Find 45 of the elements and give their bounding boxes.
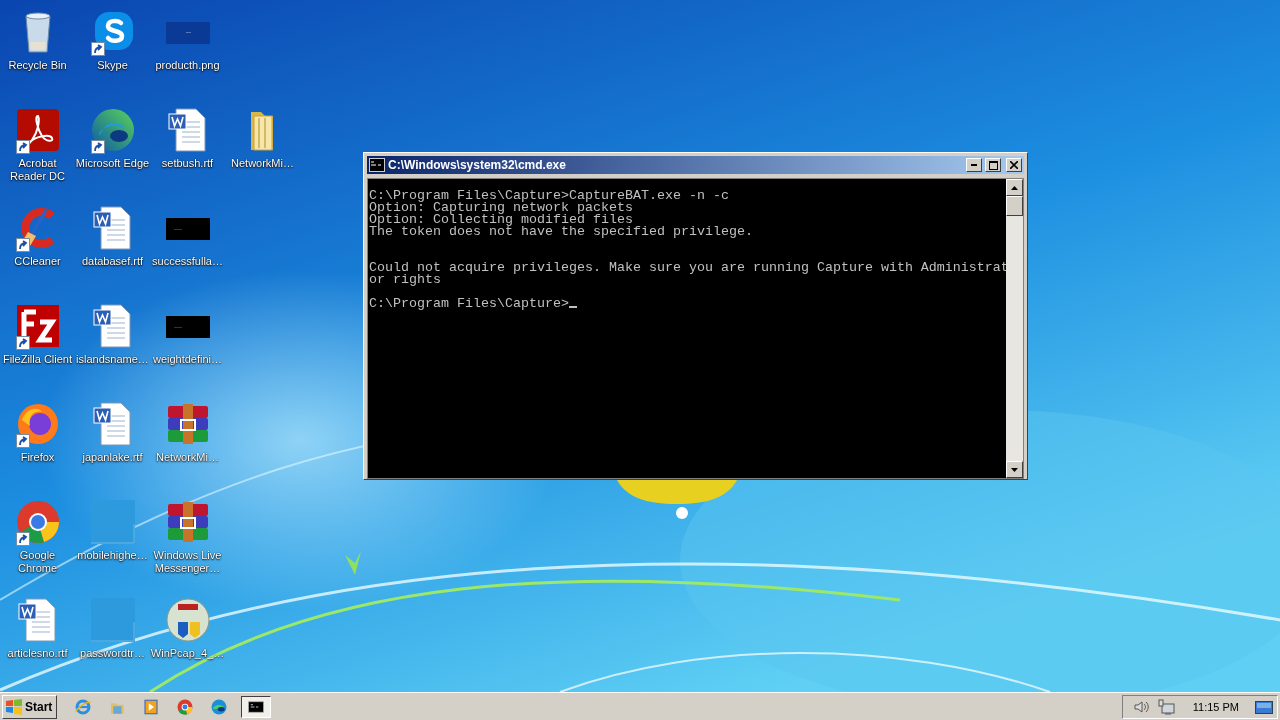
show-desktop-button[interactable] <box>1255 698 1273 715</box>
console-line: C:\Program Files\Capture>CaptureBAT.exe -n -c <box>369 188 729 203</box>
e-globe-icon <box>74 697 93 716</box>
play-icon <box>142 697 161 716</box>
icon-label[interactable]: japanlake.rtf <box>75 451 150 464</box>
windows-flag-icon <box>5 698 23 715</box>
icon-label[interactable]: islandsname… <box>75 353 150 366</box>
maximize-button[interactable] <box>985 158 1001 172</box>
maximize-icon <box>988 160 998 170</box>
icon-label[interactable]: mobilehighe… <box>75 549 150 562</box>
wave-globe-icon <box>210 697 229 716</box>
leaf-drawing <box>345 551 361 575</box>
icon-label[interactable]: Microsoft Edge <box>75 157 150 170</box>
icon-label[interactable]: FileZilla Client <box>0 353 75 366</box>
console-line: C:\Program Files\Capture> <box>369 296 569 311</box>
close-button[interactable] <box>1006 158 1022 172</box>
network-icon[interactable] <box>1156 698 1175 715</box>
icon-label[interactable]: weightdefini… <box>150 353 225 366</box>
icon-label[interactable]: CCleaner <box>0 255 75 268</box>
minimize-button[interactable] <box>966 158 982 172</box>
icon-label[interactable]: articlesno.rtf <box>0 647 75 660</box>
icon-label[interactable]: Acrobat Reader DC <box>0 157 75 183</box>
icon-label[interactable]: Skype <box>75 59 150 72</box>
icon-label[interactable]: NetworkMi… <box>225 157 300 170</box>
icon-label[interactable]: Firefox <box>0 451 75 464</box>
text-cursor <box>568 306 577 308</box>
icon-label[interactable]: producth.png <box>150 59 225 72</box>
icon-label[interactable]: setbush.rtf <box>150 157 225 170</box>
clock[interactable]: 11:15 PM <box>1192 700 1239 713</box>
taskbar-button[interactable] <box>241 695 272 718</box>
icon-label[interactable]: WinPcap_4_… <box>150 647 225 660</box>
console-icon <box>369 158 385 172</box>
icon-label[interactable]: Windows Live Messenger… <box>150 549 225 575</box>
console-line: or rights <box>369 272 441 287</box>
browser-wheel-icon <box>176 697 195 716</box>
start-button[interactable]: Start <box>2 694 58 719</box>
window-title: C:\Windows\system32\cmd.exe <box>388 158 567 172</box>
icon-label[interactable]: Recycle Bin <box>0 59 75 72</box>
speaker-icon[interactable] <box>1132 698 1149 715</box>
icon-label[interactable]: databasef.rtf <box>75 255 150 268</box>
scroll-bar[interactable] <box>1006 179 1023 478</box>
icon-label[interactable]: successfulla… <box>150 255 225 268</box>
icon-label[interactable]: Google Chrome <box>0 549 75 575</box>
minimize-icon <box>971 164 977 166</box>
close-icon <box>1010 161 1018 169</box>
